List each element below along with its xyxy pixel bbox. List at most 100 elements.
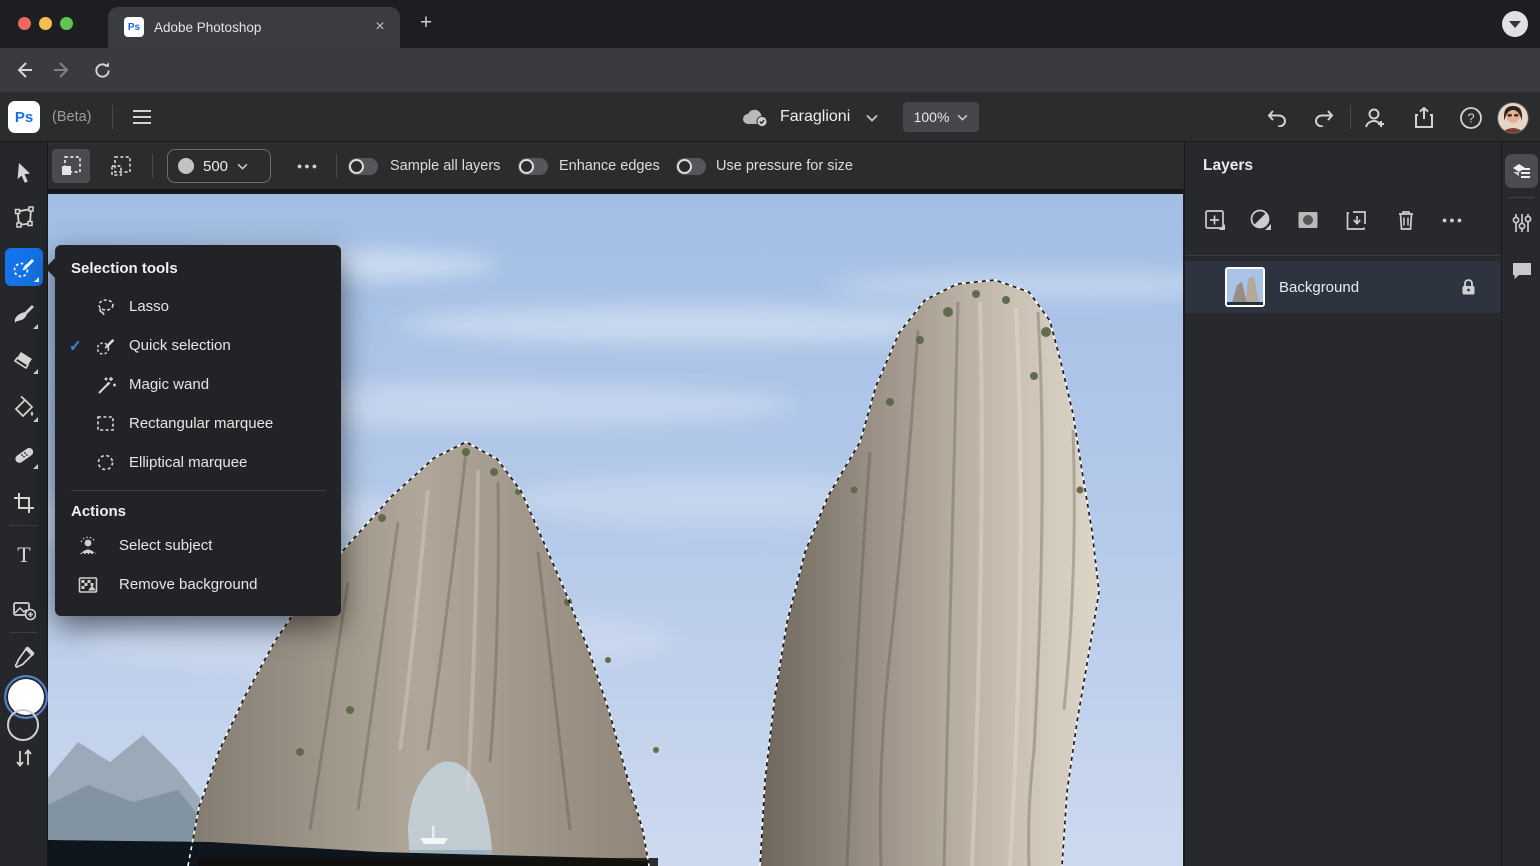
layers-more-button[interactable]: ●●● [1437,204,1469,236]
trash-icon [1396,209,1416,231]
avatar[interactable] [1497,102,1529,134]
adjustment-icon [1249,208,1273,232]
transform-tool-icon [12,205,36,229]
new-layer-icon [1204,209,1227,232]
layers-panel-title: Layers [1203,157,1253,175]
ellipse-marquee-icon [95,453,129,473]
new-tab-button[interactable]: + [412,10,440,38]
redo-button[interactable] [1307,101,1341,135]
crop-tool-icon [13,492,35,514]
divider [1350,105,1351,129]
comments-panel-tab[interactable] [1505,254,1538,288]
menu-item-quick-selection[interactable]: ✓ Quick selection [55,326,341,365]
maximize-window-button[interactable] [60,17,73,30]
eyedropper-tool-button[interactable] [6,639,42,675]
menu-item-magic-wand[interactable]: Magic wand [55,365,341,404]
group-layers-icon [1345,209,1368,232]
fill-tool-button[interactable] [6,390,42,426]
swap-colors-button[interactable] [6,740,42,776]
lock-icon[interactable] [1461,278,1476,296]
layers-panel-tab[interactable] [1505,154,1538,188]
band-aid-icon [12,443,36,467]
adjustment-layer-button[interactable] [1245,204,1277,236]
share-icon [1414,107,1434,129]
chevron-down-icon [237,163,248,170]
layer-row-background[interactable]: Background [1185,261,1502,313]
reload-button[interactable] [86,54,118,86]
close-tab-icon[interactable]: × [370,17,390,37]
undo-button[interactable] [1260,101,1294,135]
selection-tools-flyout: Selection tools Lasso ✓ Quick selection … [55,245,341,616]
main-menu-button[interactable] [126,101,158,133]
help-button[interactable]: ? [1454,101,1488,135]
invite-people-button[interactable] [1358,101,1392,135]
enhance-edges-toggle[interactable] [518,158,548,175]
brush-tool-button[interactable] [6,297,42,333]
menu-item-remove-background[interactable]: Remove background [55,565,341,604]
app-header: Ps (Beta) Faraglioni 100% [0,92,1540,142]
lasso-icon [95,297,129,317]
subtract-from-selection-button[interactable] [102,149,140,183]
share-button[interactable] [1407,101,1441,135]
back-button[interactable] [8,54,40,86]
close-window-button[interactable] [18,17,31,30]
transform-tool-button[interactable] [6,199,42,235]
document-name[interactable]: Faraglioni [780,92,850,142]
eraser-tool-icon [12,348,36,372]
zoom-level-button[interactable]: 100% [903,102,979,132]
group-layers-button[interactable] [1340,204,1372,236]
menu-item-elliptical-marquee[interactable]: Elliptical marquee [55,443,341,482]
quick-selection-icon [95,336,129,356]
brush-tool-icon [12,303,36,327]
delete-layer-button[interactable] [1390,204,1422,236]
brush-size-value: 500 [203,158,228,175]
use-pressure-toggle[interactable] [676,158,706,175]
menu-item-select-subject[interactable]: Select subject [55,526,341,565]
browser-tab[interactable]: Ps Adobe Photoshop × [108,7,400,48]
menu-item-rectangular-marquee[interactable]: Rectangular marquee [55,404,341,443]
brush-preview-dot [178,158,194,174]
divider [10,525,38,526]
window-controls [18,17,73,30]
menu-item-label: Magic wand [129,376,209,393]
quick-selection-tool-button[interactable] [5,248,43,286]
type-tool-button[interactable]: T [6,537,42,573]
menu-item-lasso[interactable]: Lasso [55,287,341,326]
chevron-down-icon[interactable] [866,114,878,122]
beta-label: (Beta) [52,92,92,142]
sample-all-layers-toggle[interactable] [348,158,378,175]
brush-size-control[interactable]: 500 [167,149,271,183]
menu-item-label: Select subject [119,537,212,554]
move-tool-button[interactable] [6,155,42,191]
actions-title: Actions [55,493,341,526]
back-arrow-icon [14,60,34,80]
background-color-swatch[interactable] [7,709,39,741]
comment-icon [1511,261,1533,281]
add-person-icon [1363,107,1387,129]
use-pressure-label: Use pressure for size [716,142,853,190]
heal-tool-button[interactable] [6,437,42,473]
place-image-tool-button[interactable] [6,592,42,628]
menu-item-label: Quick selection [129,337,231,354]
more-options-button[interactable]: ●●● [288,149,328,183]
type-tool-icon: T [17,542,30,568]
minimize-window-button[interactable] [39,17,52,30]
properties-panel-tab[interactable] [1505,206,1538,240]
layer-mask-button[interactable] [1292,204,1324,236]
new-layer-button[interactable] [1199,204,1231,236]
divider [1185,255,1502,256]
tab-search-button[interactable] [1502,11,1528,37]
eyedropper-icon [13,646,35,668]
layers-panel: Layers [1184,142,1501,866]
avatar-photo [1498,103,1528,133]
menu-item-label: Elliptical marquee [129,454,247,471]
forward-button[interactable] [46,54,78,86]
menu-item-label: Remove background [119,576,257,593]
eraser-tool-button[interactable] [6,342,42,378]
crop-tool-button[interactable] [6,485,42,521]
add-to-selection-button[interactable] [52,149,90,183]
browser-toolbar: photoshop.adobe.com ⋮ [0,48,1540,92]
tools-sidebar: T [0,142,48,866]
panel-switcher-strip [1501,142,1540,866]
svg-text:?: ? [1467,111,1474,126]
